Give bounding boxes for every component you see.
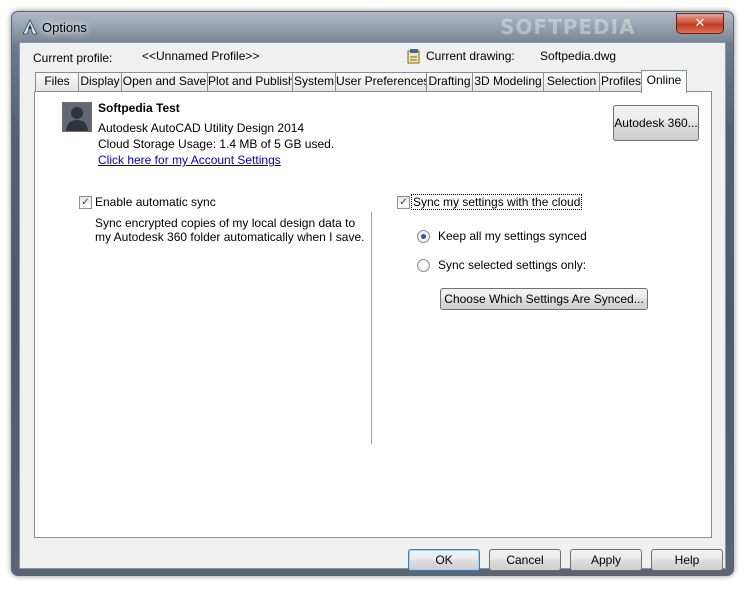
title-bar[interactable]: Options SOFTPEDIA ✕ — [12, 12, 733, 42]
tab-open-and-save[interactable]: Open and Save — [121, 72, 208, 91]
account-name: Softpedia Test — [98, 101, 180, 115]
dialog-client-area: Current profile: <<Unnamed Profile>> Cur… — [19, 42, 726, 571]
drawing-icon — [407, 49, 420, 64]
tab-user-preferences[interactable]: User Preferences — [335, 72, 429, 91]
vertical-divider — [371, 212, 372, 444]
current-profile-label: Current profile: — [33, 51, 113, 65]
account-settings-link[interactable]: Click here for my Account Settings — [98, 153, 281, 167]
tab-profiles[interactable]: Profiles — [599, 72, 643, 91]
autodesk-360-button[interactable]: Autodesk 360... — [613, 105, 699, 141]
close-icon: ✕ — [694, 15, 706, 30]
enable-auto-sync-checkbox[interactable]: ✓ — [79, 196, 92, 209]
tab-3d-modeling[interactable]: 3D Modeling — [472, 72, 544, 91]
checkmark-icon: ✓ — [399, 197, 408, 208]
window-title: Options — [42, 20, 87, 35]
user-silhouette-icon — [63, 103, 91, 131]
sync-settings-cloud-checkbox[interactable]: ✓ — [397, 196, 410, 209]
options-window: Options SOFTPEDIA ✕ Current profile: <<U… — [11, 11, 734, 576]
tab-plot-and-publish[interactable]: Plot and Publish — [207, 72, 295, 91]
help-button[interactable]: Help — [651, 549, 723, 571]
storage-usage: Cloud Storage Usage: 1.4 MB of 5 GB used… — [98, 137, 335, 151]
current-drawing-label: Current drawing: — [426, 49, 515, 63]
watermark-text: SOFTPEDIA — [500, 15, 636, 39]
cancel-button[interactable]: Cancel — [489, 549, 561, 571]
profile-row: Current profile: <<Unnamed Profile>> Cur… — [20, 43, 725, 67]
tab-display[interactable]: Display — [78, 72, 122, 91]
tab-selection[interactable]: Selection — [543, 72, 600, 91]
current-drawing-value: Softpedia.dwg — [540, 49, 617, 63]
tab-online[interactable]: Online — [641, 70, 687, 93]
product-name: Autodesk AutoCAD Utility Design 2014 — [98, 121, 305, 135]
keep-all-synced-label[interactable]: Keep all my settings synced — [438, 229, 587, 243]
tab-drafting[interactable]: Drafting — [426, 72, 473, 91]
enable-auto-sync-label[interactable]: Enable automatic sync — [95, 195, 216, 209]
sync-settings-cloud-label[interactable]: Sync my settings with the cloud — [411, 194, 583, 210]
choose-synced-settings-button[interactable]: Choose Which Settings Are Synced... — [440, 288, 648, 310]
ok-button[interactable]: OK — [408, 549, 480, 571]
sync-selected-radio[interactable] — [417, 259, 430, 272]
tab-files[interactable]: Files — [35, 72, 79, 91]
sync-selected-label[interactable]: Sync selected settings only: — [438, 258, 586, 272]
auto-sync-description: Sync encrypted copies of my local design… — [95, 216, 365, 244]
checkmark-icon: ✓ — [81, 197, 90, 208]
avatar — [62, 102, 92, 132]
online-tab-panel: Softpedia Test Autodesk AutoCAD Utility … — [34, 91, 712, 538]
current-profile-value: <<Unnamed Profile>> — [142, 49, 260, 63]
keep-all-synced-radio[interactable] — [417, 230, 430, 243]
tab-system[interactable]: System — [292, 72, 336, 91]
autocad-app-icon — [22, 19, 38, 35]
apply-button[interactable]: Apply — [570, 549, 642, 571]
close-button[interactable]: ✕ — [676, 13, 724, 34]
